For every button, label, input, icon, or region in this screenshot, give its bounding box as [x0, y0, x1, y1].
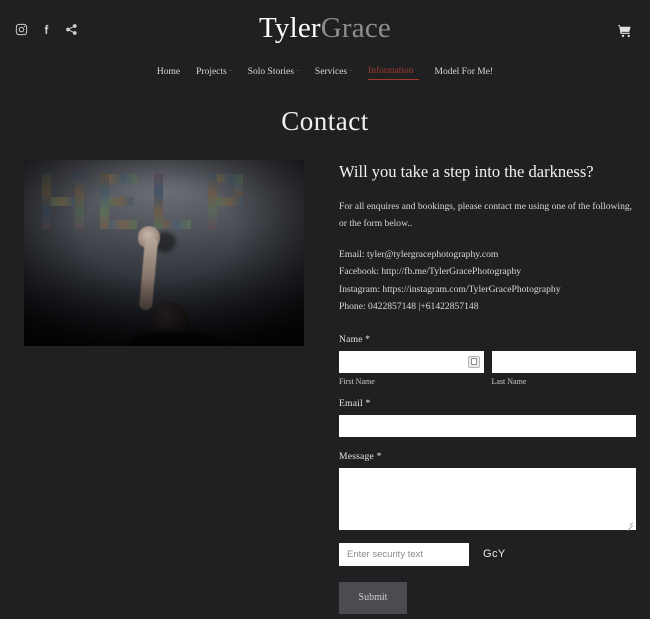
chevron-down-icon: ˇ — [229, 69, 232, 76]
contact-column: Will you take a step into the darkness? … — [339, 160, 636, 614]
name-inputs-row — [339, 350, 636, 373]
content-area: Will you take a step into the darkness? … — [0, 160, 650, 614]
nav-item-projects[interactable]: Projects ˇ — [196, 67, 232, 80]
intro-paragraph: For all enquires and bookings, please co… — [339, 201, 633, 229]
email-input[interactable] — [339, 414, 636, 437]
first-name-wrap — [339, 350, 484, 373]
logo-first-word: Tyler — [259, 12, 321, 44]
security-row: GcY — [339, 542, 636, 566]
first-name-input[interactable] — [339, 350, 484, 373]
nav-label: Solo Stories — [247, 66, 294, 77]
security-input-wrap — [339, 542, 469, 566]
message-textarea[interactable] — [339, 467, 636, 530]
chevron-down-icon: ˇ — [296, 69, 299, 76]
nav-label: Model For Me! — [434, 66, 494, 77]
nav-item-services[interactable]: Services ˇ — [315, 67, 352, 80]
contact-details: Email: tyler@tylergracephotography.com F… — [339, 246, 636, 314]
cart-icon[interactable] — [617, 23, 633, 39]
site-logo[interactable]: TylerGrace — [0, 14, 650, 43]
first-name-sublabel: First Name — [339, 376, 375, 386]
name-label: Name * — [339, 333, 371, 345]
security-text-input[interactable] — [339, 542, 469, 566]
message-field-group: Message * — [339, 451, 636, 530]
photo-column — [24, 160, 304, 614]
name-field-group: Name * First Name Last Name — [339, 334, 636, 386]
nav-item-information[interactable]: Information ˇ — [368, 66, 419, 80]
message-label: Message * — [339, 450, 382, 462]
nav-label: Home — [156, 66, 181, 77]
logo-second-word: Grace — [320, 12, 391, 44]
nav-label: Services — [314, 66, 348, 77]
message-textarea-wrap — [339, 467, 636, 530]
section-headline: Will you take a step into the darkness? — [339, 162, 594, 181]
autofill-icon[interactable] — [467, 355, 480, 368]
page-title: Contact — [281, 106, 369, 136]
email-label: Email * — [339, 397, 371, 409]
nav-item-solo-stories[interactable]: Solo Stories ˇ — [248, 67, 299, 80]
main-nav: Home Projects ˇ Solo Stories ˇ Services … — [0, 58, 650, 80]
page-root: TylerGrace Home Projects ˇ Solo Stories … — [0, 0, 650, 619]
site-header: TylerGrace — [0, 0, 650, 58]
nav-item-home[interactable]: Home — [157, 67, 180, 80]
nav-label: Information — [368, 66, 414, 76]
contact-facebook-line[interactable]: Facebook: http://fb.me/TylerGracePhotogr… — [339, 263, 636, 280]
last-name-sublabel: Last Name — [491, 376, 527, 386]
last-name-input[interactable] — [491, 350, 636, 373]
photo-vignette — [24, 160, 304, 346]
captcha-code: GcY — [483, 548, 506, 561]
nav-item-model-for-me[interactable]: Model For Me! — [435, 67, 494, 80]
name-sublabels: First Name Last Name — [339, 373, 636, 386]
help-photo[interactable] — [24, 160, 304, 346]
contact-email-line[interactable]: Email: tyler@tylergracephotography.com — [339, 246, 636, 263]
contact-instagram-line[interactable]: Instagram: https://instagram.com/TylerGr… — [339, 281, 636, 298]
submit-button[interactable]: Submit — [339, 581, 407, 614]
email-field-group: Email * — [339, 398, 636, 437]
chevron-down-icon: ˇ — [416, 69, 419, 75]
chevron-down-icon: ˇ — [350, 69, 353, 76]
last-name-wrap — [491, 350, 636, 373]
contact-phone-line[interactable]: Phone: 0422857148 |+61422857148 — [339, 298, 636, 315]
nav-label: Projects — [196, 66, 227, 77]
